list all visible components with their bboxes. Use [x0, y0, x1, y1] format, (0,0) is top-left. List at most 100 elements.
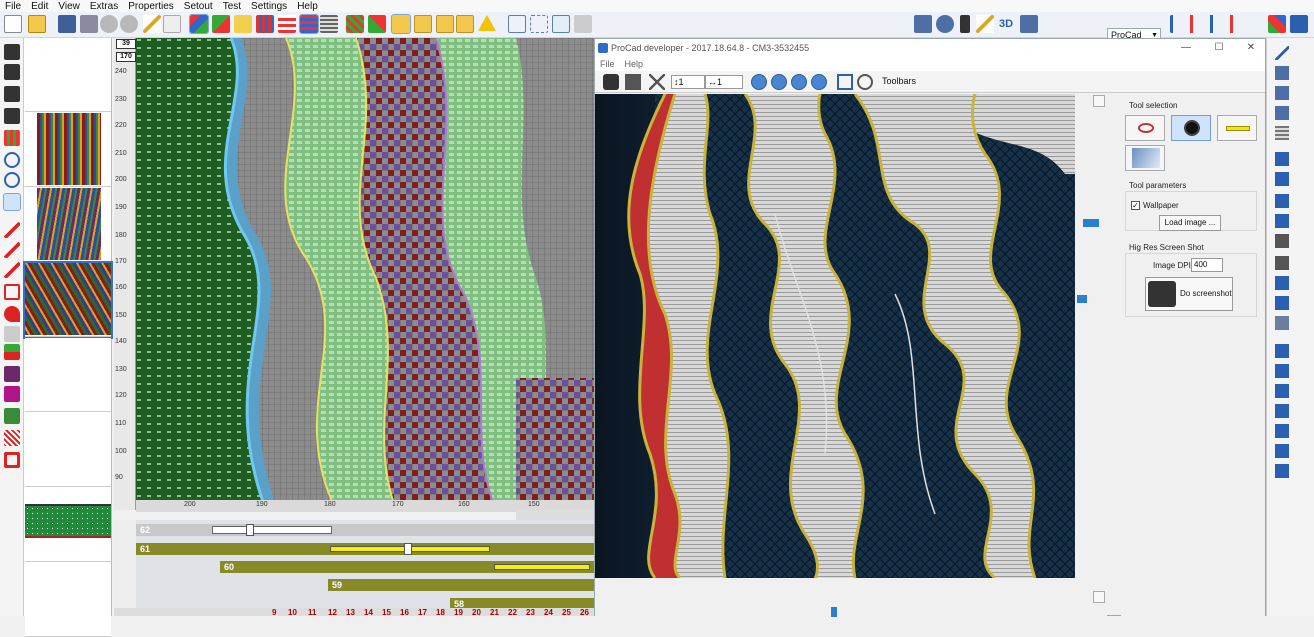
panel-splitter-handle[interactable] — [1077, 295, 1087, 303]
thumbnail-design-1[interactable] — [25, 113, 111, 187]
yarn-carrier-2-icon[interactable] — [1275, 296, 1289, 310]
thumbnail-design-3[interactable] — [23, 261, 113, 339]
stop-icon[interactable] — [791, 74, 807, 90]
zoom-out-icon[interactable] — [4, 172, 20, 188]
brush-icon[interactable] — [234, 15, 252, 33]
thumbnail-blank-1[interactable] — [25, 38, 111, 112]
magic-select-icon[interactable] — [552, 15, 570, 33]
needle-4-icon[interactable] — [1275, 404, 1289, 418]
stamp-icon[interactable] — [4, 366, 20, 382]
machine-icon[interactable] — [914, 15, 932, 33]
slider-handle[interactable] — [246, 524, 254, 536]
cross-tool-icon[interactable] — [4, 408, 20, 424]
minimize-button[interactable]: — — [1170, 39, 1202, 57]
thumbnail-green[interactable] — [25, 488, 111, 562]
brush-tool-icon[interactable] — [976, 15, 994, 33]
cross-stitch-icon[interactable] — [1275, 234, 1289, 248]
view-mode-3-icon[interactable] — [436, 15, 454, 33]
hatch-icon[interactable] — [4, 430, 20, 446]
rect-tool-icon[interactable] — [4, 284, 20, 300]
print-icon[interactable] — [80, 15, 98, 33]
eraser-icon[interactable] — [163, 15, 181, 33]
transfer-right-icon[interactable] — [1275, 172, 1289, 186]
extra-tool-icon[interactable] — [1290, 15, 1308, 33]
redo-icon[interactable] — [120, 15, 138, 33]
thumbnail-blank-3[interactable] — [25, 413, 111, 487]
maximize-button[interactable]: ☐ — [1203, 39, 1235, 57]
zoom-icon[interactable] — [857, 74, 873, 90]
line-tool-icon[interactable] — [4, 222, 20, 238]
move-icon[interactable] — [3, 193, 21, 211]
gear-icon[interactable] — [936, 15, 954, 33]
printer-icon[interactable] — [625, 74, 641, 90]
mc-tool-3-icon[interactable] — [4, 86, 20, 102]
wallpaper-checkbox[interactable]: ✓ — [1131, 201, 1140, 210]
preview-horizontal-scrollbar[interactable] — [595, 605, 1091, 617]
draw-tool-icon[interactable] — [4, 242, 20, 258]
tuck-icon[interactable] — [1275, 214, 1289, 228]
split-icon[interactable] — [1275, 256, 1289, 270]
yarn-bar[interactable] — [494, 564, 590, 570]
timeline-row[interactable]: 62 — [136, 524, 596, 536]
frame-icon[interactable] — [4, 452, 20, 468]
eye-tool-button[interactable] — [1125, 115, 1165, 141]
mc-tool-2-icon[interactable] — [4, 64, 20, 80]
needle-1-icon[interactable] — [1275, 344, 1289, 358]
layers-icon[interactable] — [320, 15, 338, 33]
do-screenshot-button[interactable]: Do screenshot — [1145, 277, 1233, 311]
zoom-in-icon[interactable] — [4, 152, 20, 168]
disabled-tool-icon[interactable] — [574, 15, 592, 33]
thumbnail-blank-2[interactable] — [25, 338, 111, 412]
open-folder-icon[interactable] — [28, 15, 46, 33]
new-file-icon[interactable] — [4, 15, 22, 33]
needle-2-icon[interactable] — [1275, 364, 1289, 378]
refresh-icon[interactable] — [811, 74, 827, 90]
needle-5-icon[interactable] — [1275, 424, 1289, 438]
scroll-marker[interactable] — [1083, 219, 1099, 227]
mc-tool-1-icon[interactable] — [4, 44, 20, 60]
spin-vertical[interactable]: ↕1 — [671, 75, 705, 89]
pattern-canvas[interactable] — [136, 38, 596, 510]
needle-3-icon[interactable] — [1275, 384, 1289, 398]
fill-drop-icon[interactable] — [4, 306, 20, 322]
knit-tool-2-icon[interactable] — [1275, 66, 1289, 80]
fill-tool-icon[interactable] — [189, 14, 209, 34]
dev-menu-file[interactable]: File — [595, 57, 620, 71]
transfer-left-icon[interactable] — [1275, 152, 1289, 166]
needle-7-icon[interactable] — [1275, 464, 1289, 478]
lace-preview[interactable] — [595, 94, 1075, 578]
ruler-tool-button[interactable] — [1217, 115, 1257, 141]
spool-icon[interactable] — [960, 15, 970, 33]
stripe-pattern-icon[interactable] — [256, 15, 274, 33]
color-swap-icon[interactable] — [212, 15, 230, 33]
yarn-carrier-3-icon[interactable] — [1275, 316, 1289, 330]
needle-6-icon[interactable] — [1275, 444, 1289, 458]
thumbnail-design-2[interactable] — [25, 188, 111, 262]
pattern-horizontal-scrollbar[interactable] — [516, 510, 596, 520]
warning-icon[interactable] — [478, 15, 496, 31]
fit-view-icon[interactable] — [837, 74, 853, 90]
undo-icon[interactable] — [100, 15, 118, 33]
close-button[interactable]: ✕ — [1235, 39, 1267, 57]
gradient-tool-button[interactable] — [1125, 145, 1165, 171]
select-rect-icon[interactable] — [508, 15, 526, 33]
pattern-icon[interactable] — [346, 15, 364, 33]
rows-icon[interactable] — [278, 15, 296, 33]
lens-tool-button[interactable] — [1171, 115, 1211, 141]
thumbnail-blank-4[interactable] — [25, 563, 111, 637]
row-select-icon[interactable] — [299, 14, 319, 34]
yarn-handle[interactable] — [404, 543, 412, 555]
nav-up-icon[interactable] — [751, 74, 767, 90]
bucket-icon[interactable] — [4, 344, 20, 360]
spin-horizontal[interactable]: ↔1 — [705, 75, 743, 89]
view-mode-4-icon[interactable] — [456, 15, 474, 33]
curve-tool-icon[interactable] — [4, 262, 20, 278]
load-image-button[interactable]: Load image ... — [1159, 215, 1221, 231]
pencil-icon[interactable] — [143, 15, 161, 33]
monitor-icon[interactable] — [1020, 15, 1038, 33]
loop-icon[interactable] — [1275, 194, 1289, 208]
dev-menu-help[interactable]: Help — [620, 57, 649, 71]
scroll-up-button[interactable] — [1093, 95, 1105, 107]
knit-tool-4-icon[interactable] — [1275, 106, 1289, 120]
yarn-carrier-1-icon[interactable] — [1275, 276, 1289, 290]
